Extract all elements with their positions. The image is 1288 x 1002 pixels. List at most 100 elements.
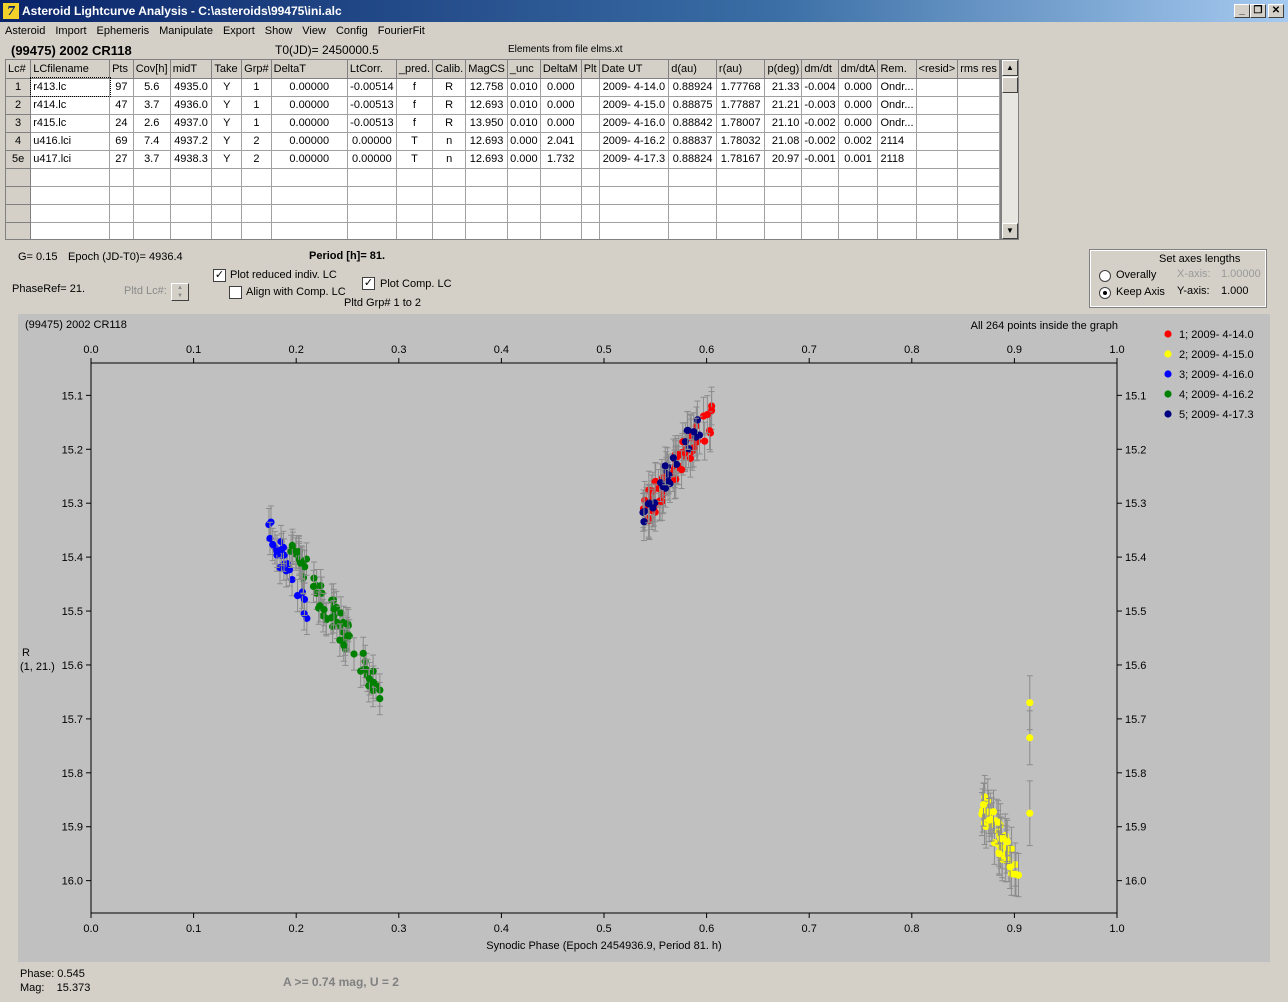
row-header[interactable] <box>6 222 32 239</box>
table-cell[interactable]: -0.00513 <box>347 96 397 115</box>
table-cell[interactable]: Y <box>211 96 243 115</box>
table-cell[interactable]: u416.lci <box>30 132 111 151</box>
column-header[interactable]: rms res <box>957 60 1000 79</box>
table-cell[interactable]: 0.00000 <box>271 150 348 169</box>
table-cell[interactable]: 2009- 4-16.0 <box>599 114 670 133</box>
table-cell[interactable] <box>838 186 879 205</box>
row-header[interactable]: 3 <box>6 114 32 133</box>
y-axis-value[interactable]: 1.000 <box>1221 285 1249 297</box>
data-point[interactable] <box>1026 699 1034 707</box>
table-row[interactable]: 5e u417.lci 27 3.7 4938.3 Y 2 0.00000 0.00000 Tn 1… <box>6 150 1000 169</box>
table-cell[interactable] <box>241 186 272 205</box>
data-point[interactable] <box>641 507 649 515</box>
table-cell[interactable] <box>540 168 582 187</box>
table-cell[interactable]: n <box>432 132 467 151</box>
table-cell[interactable] <box>581 150 600 169</box>
table-cell[interactable]: 0.000 <box>838 78 879 97</box>
table-cell[interactable] <box>347 204 397 223</box>
table-cell[interactable]: 0.000 <box>540 96 582 115</box>
data-point[interactable] <box>693 416 702 424</box>
table-cell[interactable] <box>581 204 600 223</box>
table-cell[interactable] <box>396 186 434 205</box>
table-cell[interactable] <box>716 204 766 223</box>
table-cell[interactable] <box>432 186 467 205</box>
menu-config[interactable]: Config <box>331 22 373 41</box>
table-cell[interactable]: Y <box>211 78 243 97</box>
data-point[interactable] <box>369 678 377 686</box>
table-cell[interactable]: -0.002 <box>801 132 839 151</box>
table-cell[interactable]: T <box>396 150 434 169</box>
table-cell[interactable] <box>396 222 434 239</box>
row-header[interactable]: 5e <box>6 150 32 169</box>
table-cell[interactable]: 0.000 <box>540 114 582 133</box>
table-cell[interactable] <box>241 168 272 187</box>
data-point[interactable] <box>665 471 673 479</box>
data-point[interactable] <box>677 466 686 474</box>
restore-button[interactable]: ❐ <box>1250 4 1266 18</box>
table-cell[interactable] <box>465 204 508 223</box>
table-cell[interactable] <box>347 186 397 205</box>
align-comp-checkbox[interactable] <box>229 286 242 299</box>
table-cell[interactable]: Y <box>211 114 243 133</box>
table-cell[interactable]: 4937.0 <box>170 114 213 133</box>
data-point[interactable] <box>1011 870 1019 878</box>
column-header[interactable]: dm/dt <box>801 60 839 79</box>
row-header[interactable] <box>6 168 32 187</box>
table-cell[interactable]: 2009- 4-16.2 <box>599 132 670 151</box>
table-cell[interactable]: 3.7 <box>133 150 171 169</box>
table-cell[interactable]: 1 <box>241 96 272 115</box>
table-cell[interactable] <box>801 204 839 223</box>
table-cell[interactable]: 1.78007 <box>716 114 766 133</box>
table-cell[interactable] <box>599 168 670 187</box>
table-cell[interactable] <box>957 222 1000 239</box>
table-cell[interactable] <box>801 168 839 187</box>
scroll-thumb[interactable] <box>1002 77 1018 93</box>
table-cell[interactable] <box>432 168 467 187</box>
table-cell[interactable]: 1.77768 <box>716 78 766 97</box>
table-cell[interactable] <box>581 114 600 133</box>
table-cell[interactable]: n <box>432 150 467 169</box>
table-cell[interactable]: 0.000 <box>838 114 879 133</box>
table-cell[interactable] <box>764 222 803 239</box>
table-cell[interactable] <box>716 168 766 187</box>
data-point[interactable] <box>1026 809 1034 817</box>
data-point[interactable] <box>1026 734 1034 742</box>
table-cell[interactable] <box>271 222 348 239</box>
table-cell[interactable] <box>133 222 171 239</box>
data-point[interactable] <box>1003 838 1011 846</box>
table-cell[interactable]: Y <box>211 150 243 169</box>
row-header[interactable]: 4 <box>6 132 32 151</box>
column-header[interactable]: p(deg) <box>764 60 803 79</box>
table-cell[interactable] <box>581 168 600 187</box>
table-cell[interactable]: 2 <box>241 150 272 169</box>
table-row[interactable]: 1 r413.lc 97 5.6 4935.0 Y 1 0.00000 -0.00514 f R 12… <box>6 77 1000 97</box>
table-cell[interactable] <box>957 150 1000 169</box>
data-point[interactable] <box>640 518 648 526</box>
column-header[interactable]: Grp# <box>241 60 272 79</box>
table-cell[interactable]: 2009- 4-15.0 <box>599 96 670 115</box>
table-cell[interactable]: Y <box>211 132 243 151</box>
table-cell[interactable] <box>432 222 467 239</box>
table-cell[interactable]: 1.732 <box>540 150 582 169</box>
table-cell[interactable] <box>668 222 717 239</box>
table-cell[interactable] <box>133 204 171 223</box>
table-cell[interactable]: 21.10 <box>764 114 803 133</box>
plot-reduced-checkbox[interactable]: ✓ <box>213 269 226 282</box>
lightcurve-chart[interactable]: 0.0 0.0 0.1 0.1 0.2 0.2 0.3 0.3 0.4 0.4 0.5 0.5 0.6 0… <box>18 314 1270 962</box>
data-point[interactable] <box>1006 863 1014 871</box>
column-header[interactable]: Cov[h] <box>133 60 171 79</box>
close-button[interactable]: ✕ <box>1268 4 1284 18</box>
table-cell[interactable] <box>916 78 959 97</box>
table-cell[interactable] <box>877 186 917 205</box>
table-cell[interactable]: 21.08 <box>764 132 803 151</box>
table-cell[interactable]: -0.004 <box>801 78 839 97</box>
table-cell[interactable] <box>465 222 508 239</box>
table-cell[interactable]: -0.001 <box>801 150 839 169</box>
table-cell[interactable]: 12.758 <box>465 78 508 97</box>
table-cell[interactable]: 0.002 <box>838 132 879 151</box>
table-cell[interactable]: 0.00000 <box>347 132 397 151</box>
row-header[interactable]: 2 <box>6 96 32 115</box>
table-cell[interactable]: 0.88837 <box>668 132 717 151</box>
column-header[interactable]: Pts <box>109 60 134 79</box>
table-cell[interactable] <box>877 222 917 239</box>
